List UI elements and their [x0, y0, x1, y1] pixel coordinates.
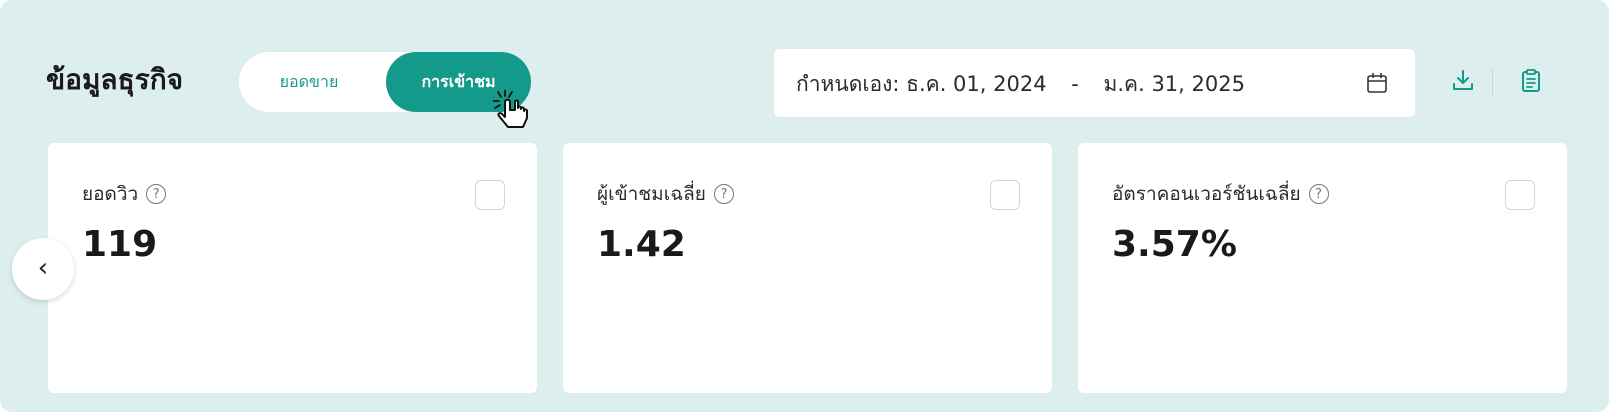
help-icon[interactable]: ? — [1308, 184, 1329, 204]
metric-value: 119 — [82, 224, 158, 265]
help-icon[interactable]: ? — [146, 184, 167, 204]
toolbar-divider — [1492, 68, 1493, 96]
metric-label: ยอดวิว ? — [82, 179, 167, 209]
date-range-label: กำหนดเอง: — [796, 72, 900, 96]
metric-label-text: อัตราคอนเวอร์ชันเฉลี่ย — [1112, 183, 1301, 205]
hand-cursor-icon — [493, 90, 528, 128]
clipboard-icon[interactable] — [1518, 68, 1544, 94]
date-range-picker[interactable]: กำหนดเอง: ธ.ค. 01, 2024 - ม.ค. 31, 2025 — [773, 48, 1416, 118]
calendar-icon[interactable] — [1365, 71, 1389, 95]
help-icon[interactable]: ? — [713, 184, 734, 204]
date-separator: - — [1071, 72, 1079, 96]
metric-label-text: ยอดวิว — [82, 183, 139, 205]
business-data-panel: ข้อมูลธุรกิจ ยอดขาย การเข้าชม กำหนดเอง: … — [0, 0, 1609, 412]
metric-checkbox[interactable] — [1505, 180, 1535, 210]
download-icon[interactable] — [1450, 68, 1476, 94]
metric-card-avg-visitors: ผู้เข้าชมเฉลี่ย ? 1.42 — [563, 143, 1052, 393]
metric-label: อัตราคอนเวอร์ชันเฉลี่ย ? — [1112, 179, 1329, 209]
page-title: ข้อมูลธุรกิจ — [46, 63, 184, 96]
metric-checkbox[interactable] — [475, 180, 505, 210]
metric-label: ผู้เข้าชมเฉลี่ย ? — [597, 179, 734, 209]
date-range-text: กำหนดเอง: ธ.ค. 01, 2024 - ม.ค. 31, 2025 — [796, 49, 1245, 119]
metric-label-text: ผู้เข้าชมเฉลี่ย — [597, 183, 706, 205]
date-end: ม.ค. 31, 2025 — [1103, 72, 1245, 96]
data-type-toggle: ยอดขาย การเข้าชม — [239, 52, 531, 112]
sales-tab[interactable]: ยอดขาย — [239, 52, 379, 112]
date-start: ธ.ค. 01, 2024 — [906, 72, 1047, 96]
metric-value: 1.42 — [597, 224, 686, 265]
metric-value: 3.57% — [1112, 224, 1237, 265]
metric-card-conversion-rate: อัตราคอนเวอร์ชันเฉลี่ย ? 3.57% — [1078, 143, 1567, 393]
metric-checkbox[interactable] — [990, 180, 1020, 210]
carousel-prev-button[interactable]: ‹ — [12, 238, 74, 300]
metric-card-views: ยอดวิว ? 119 — [48, 143, 537, 393]
